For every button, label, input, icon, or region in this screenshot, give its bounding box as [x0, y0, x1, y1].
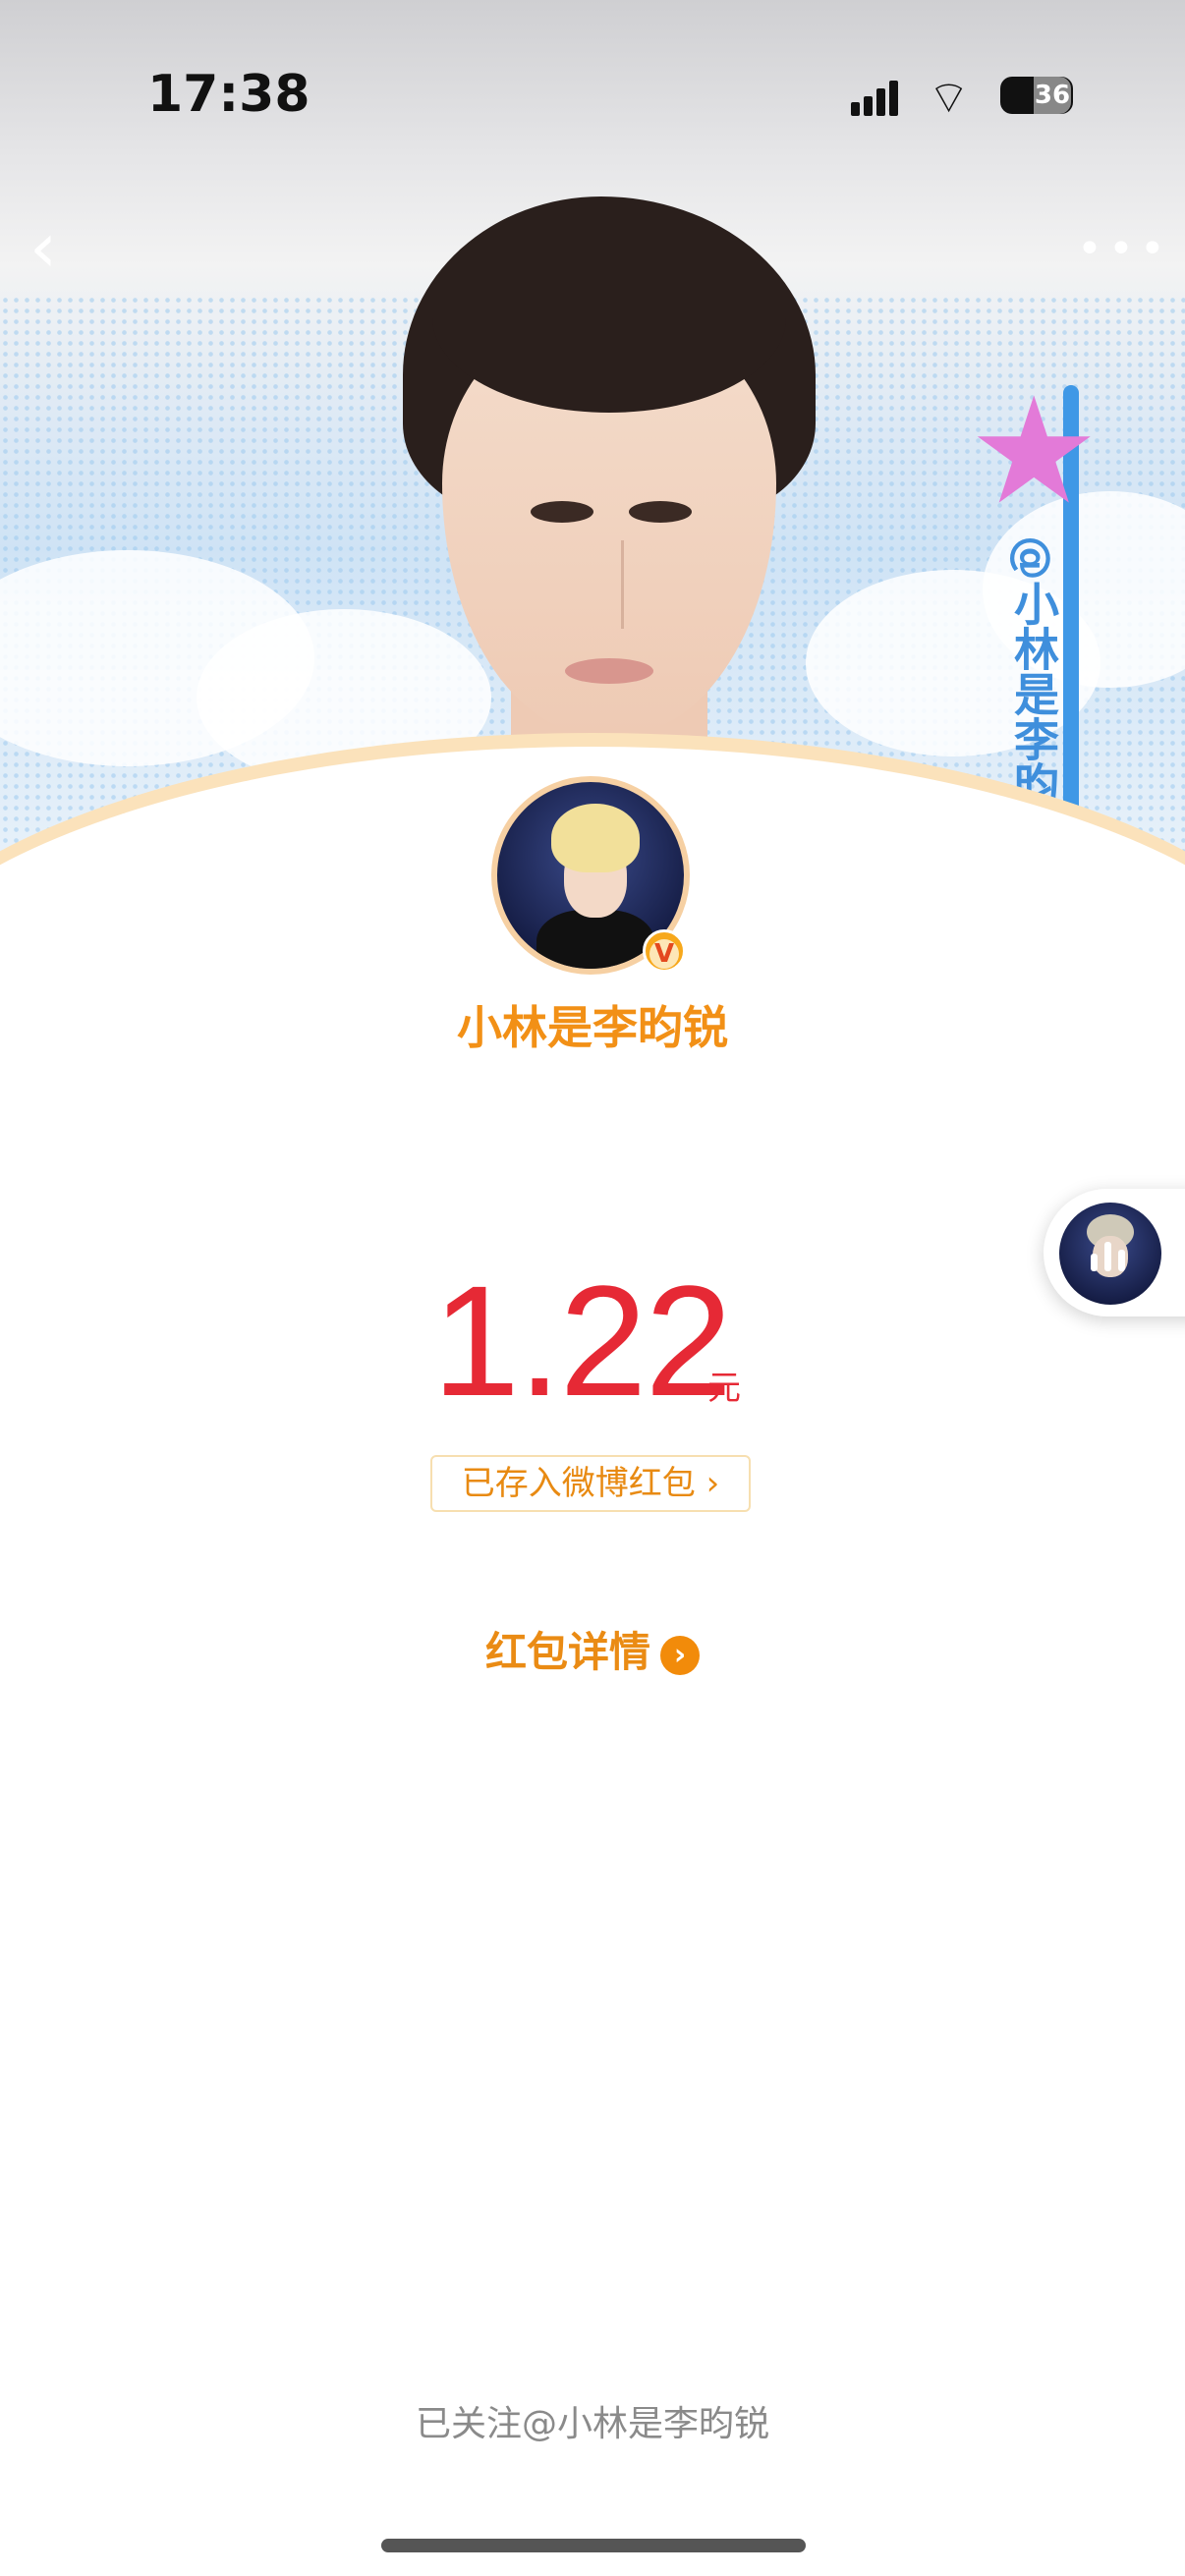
more-icon: •••: [1077, 224, 1171, 274]
back-button[interactable]: ‹: [29, 213, 69, 282]
chevron-left-icon: ‹: [29, 207, 57, 288]
sender-username[interactable]: 小林是李昀锐: [0, 992, 1185, 1057]
audio-bars-icon: [1091, 1236, 1130, 1271]
wifi-icon: ⌔: [928, 71, 971, 124]
status-time: 17:38: [147, 65, 310, 124]
chevron-right-icon: ›: [660, 1635, 700, 1675]
verified-badge-icon: V: [643, 929, 686, 973]
details-label: 红包详情: [484, 1628, 650, 1676]
battery-icon: 36: [1000, 77, 1073, 114]
followed-status-text: 已关注@小林是李昀锐: [415, 2404, 769, 2444]
red-packet-details-link[interactable]: 红包详情 ›: [0, 1619, 1185, 1679]
battery-level: 36: [1034, 77, 1071, 114]
red-packet-amount: 1.22: [432, 1253, 732, 1428]
star-icon: ★: [968, 366, 1100, 537]
floating-player[interactable]: [1044, 1189, 1185, 1316]
cellular-signal-icon: [851, 77, 910, 116]
saved-to-wallet-link[interactable]: 已存入微博红包 ›: [430, 1455, 751, 1512]
more-options-button[interactable]: •••: [1077, 224, 1171, 274]
home-indicator[interactable]: [381, 2539, 806, 2552]
amount-unit: 元: [707, 1369, 741, 1408]
status-bar: 17:38 ⌔ 36: [0, 0, 1185, 187]
